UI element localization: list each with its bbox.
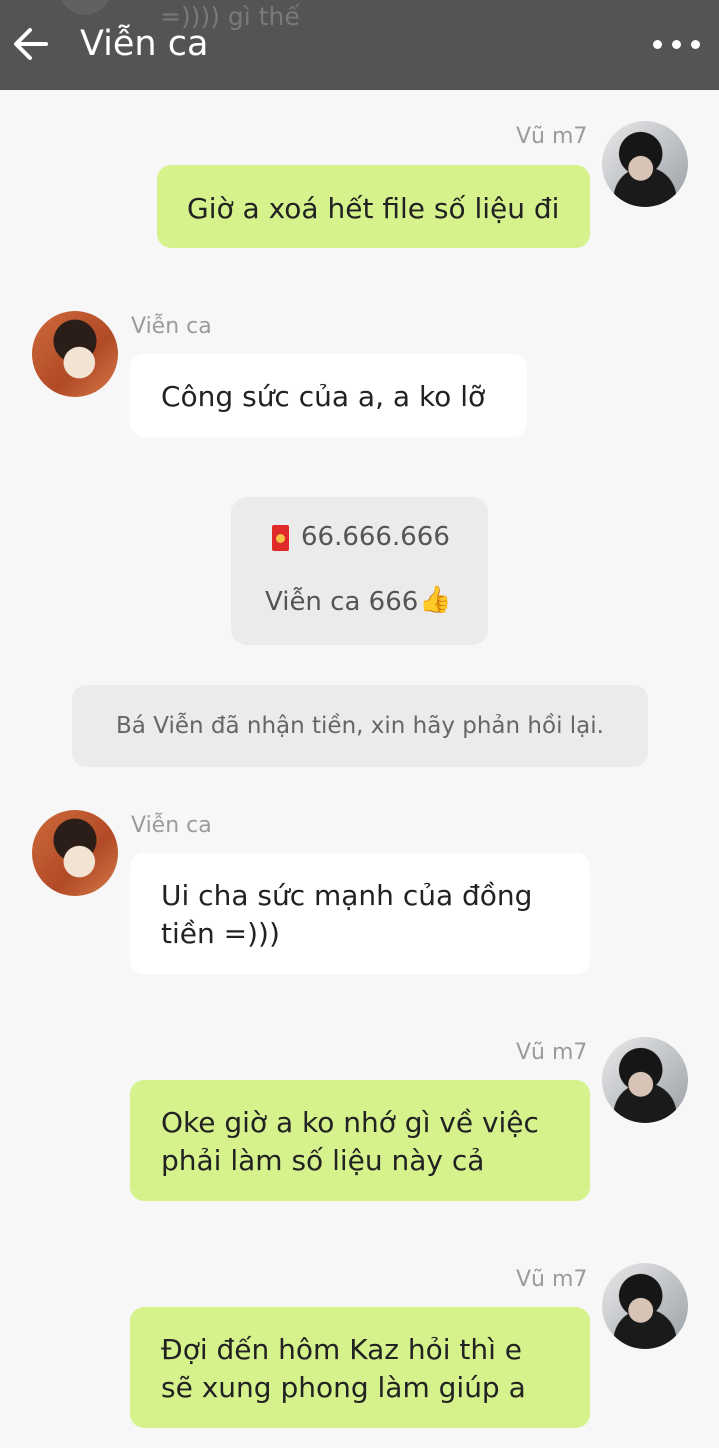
message-text: Đợi đến hôm Kaz hỏi thì e bbox=[161, 1333, 523, 1366]
thumbs-up-icon: 👍 bbox=[419, 585, 452, 615]
chat-title: Viễn ca bbox=[80, 24, 209, 64]
red-packet-card[interactable]: 66.666.666 Viễn ca 666 👍 bbox=[231, 497, 488, 645]
avatar[interactable] bbox=[602, 1263, 688, 1349]
message-text: sẽ xung phong làm giúp a bbox=[161, 1371, 526, 1404]
back-arrow-icon[interactable] bbox=[10, 22, 50, 66]
sender-name: Viễn ca bbox=[131, 813, 212, 838]
message-text: Công sức của a, a ko lỡ bbox=[161, 380, 486, 413]
message-text: Oke giờ a ko nhớ gì về việc bbox=[161, 1106, 539, 1139]
message-bubble[interactable]: Giờ a xoá hết file số liệu đi bbox=[157, 165, 590, 248]
message-text: Ui cha sức mạnh của đồng bbox=[161, 879, 533, 912]
message-text: tiền =))) bbox=[161, 917, 280, 950]
sender-name: Viễn ca bbox=[131, 314, 212, 339]
message-bubble[interactable]: Công sức của a, a ko lỡ bbox=[130, 354, 527, 437]
message-bubble[interactable]: Đợi đến hôm Kaz hỏi thì e sẽ xung phong … bbox=[130, 1307, 590, 1428]
sender-name: Vũ m7 bbox=[516, 1040, 588, 1065]
top-bar: =)))) gì thế Viễn ca bbox=[0, 0, 719, 90]
red-envelope-icon bbox=[272, 525, 289, 551]
message-text: phải làm số liệu này cả bbox=[161, 1144, 485, 1177]
message-bubble[interactable]: Ui cha sức mạnh của đồng tiền =))) bbox=[130, 853, 590, 974]
scrolled-avatar bbox=[55, 0, 115, 15]
system-notice: Bá Viễn đã nhận tiền, xin hãy phản hồi l… bbox=[72, 685, 648, 767]
message-text: Giờ a xoá hết file số liệu đi bbox=[187, 192, 560, 225]
red-packet-caption: Viễn ca 666 bbox=[265, 587, 419, 617]
avatar[interactable] bbox=[32, 810, 118, 896]
avatar[interactable] bbox=[602, 121, 688, 207]
red-packet-amount: 66.666.666 bbox=[301, 522, 450, 552]
sender-name: Vũ m7 bbox=[516, 1267, 588, 1292]
avatar[interactable] bbox=[602, 1037, 688, 1123]
more-options-icon[interactable] bbox=[645, 28, 709, 60]
sender-name: Vũ m7 bbox=[516, 124, 588, 149]
avatar[interactable] bbox=[32, 311, 118, 397]
message-bubble[interactable]: Oke giờ a ko nhớ gì về việc phải làm số … bbox=[130, 1080, 590, 1201]
